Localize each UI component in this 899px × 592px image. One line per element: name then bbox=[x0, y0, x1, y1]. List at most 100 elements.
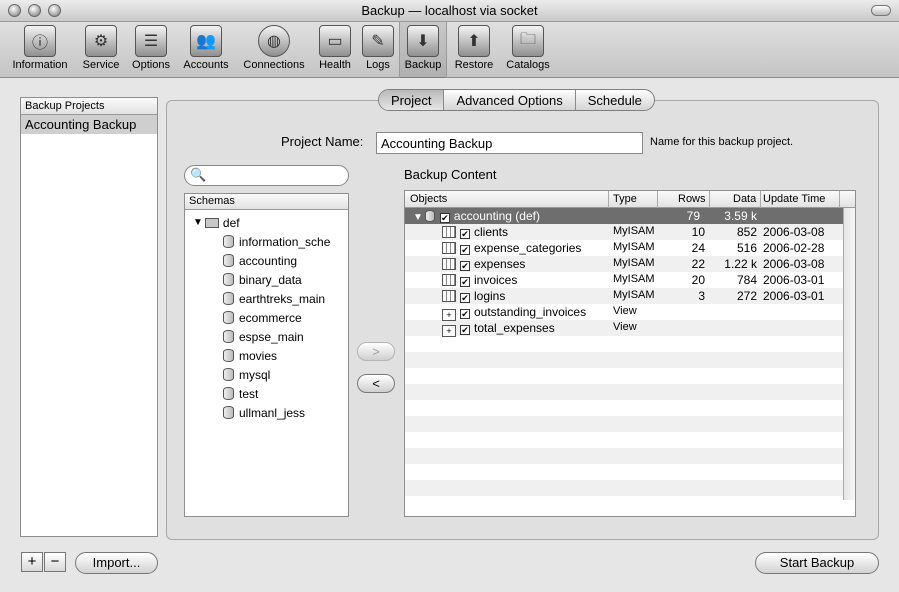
toolbar-restore[interactable]: ⬆ Restore bbox=[450, 22, 498, 78]
update-time-value: 2006-03-01 bbox=[763, 273, 825, 287]
toolbar-catalogs[interactable]: 🗀 Catalogs bbox=[502, 22, 554, 78]
include-checkbox[interactable]: ✔ bbox=[460, 293, 470, 303]
table-header: Objects Type Rows Data Update Time bbox=[405, 191, 855, 208]
title-bar: Backup — localhost via socket bbox=[0, 0, 899, 22]
include-checkbox[interactable]: ✔ bbox=[460, 245, 470, 255]
table-row[interactable]: + ✔ total_expenses View bbox=[405, 320, 843, 337]
schemas-header[interactable]: Schemas bbox=[185, 194, 348, 210]
toolbar-toggle-button[interactable] bbox=[871, 5, 891, 16]
schema-item[interactable]: mysql bbox=[223, 365, 270, 384]
table-row[interactable]: ✔ clients MyISAM 10 852 2006-03-08 bbox=[405, 224, 843, 240]
type-value: MyISAM bbox=[613, 257, 655, 269]
schemas-tree: Schemas ▼ def information_sche accounting… bbox=[184, 193, 349, 517]
row-stripe bbox=[405, 448, 843, 464]
tab-project[interactable]: Project bbox=[379, 90, 444, 110]
schema-item[interactable]: information_sche bbox=[223, 232, 330, 251]
start-backup-button[interactable]: Start Backup bbox=[755, 552, 879, 574]
database-icon bbox=[223, 387, 234, 400]
schema-item[interactable]: binary_data bbox=[223, 270, 302, 289]
column-header-rows[interactable]: Rows bbox=[678, 193, 706, 205]
schema-item[interactable]: earthtreks_main bbox=[223, 289, 325, 308]
toolbar-logs[interactable]: ✎ Logs bbox=[360, 22, 396, 78]
object-name: logins bbox=[474, 289, 506, 303]
table-row[interactable]: ✔ expense_categories MyISAM 24 516 2006-0… bbox=[405, 240, 843, 256]
schema-label: ullmanl_jess bbox=[239, 405, 306, 420]
database-icon bbox=[223, 368, 234, 381]
backup-projects-header[interactable]: Backup Projects bbox=[21, 98, 157, 115]
database-icon bbox=[223, 330, 234, 343]
add-project-button[interactable]: + bbox=[21, 552, 43, 572]
data-value: 1.22 k bbox=[724, 257, 757, 271]
schema-item[interactable]: espse_main bbox=[223, 327, 304, 346]
add-to-backup-button[interactable]: > bbox=[357, 342, 395, 361]
remove-project-button[interactable]: − bbox=[44, 552, 66, 572]
toolbar-connections[interactable]: ◍ Connections bbox=[238, 22, 310, 78]
toolbar-health[interactable]: ▭ Health bbox=[314, 22, 356, 78]
column-header-objects[interactable]: Objects bbox=[410, 193, 447, 205]
schema-root[interactable]: ▼ def bbox=[193, 213, 240, 232]
database-icon bbox=[223, 235, 234, 248]
schema-label: espse_main bbox=[239, 329, 304, 344]
type-value: MyISAM bbox=[613, 273, 655, 285]
database-icon bbox=[223, 254, 234, 267]
tab-schedule[interactable]: Schedule bbox=[574, 90, 654, 110]
schema-item[interactable]: accounting bbox=[223, 251, 297, 270]
column-header-update-time[interactable]: Update Time bbox=[763, 193, 825, 205]
vertical-scrollbar[interactable] bbox=[843, 208, 855, 500]
include-checkbox[interactable]: ✔ bbox=[460, 277, 470, 287]
schema-item[interactable]: ullmanl_jess bbox=[223, 403, 305, 422]
options-icon: ☰ bbox=[135, 25, 167, 57]
table-icon bbox=[442, 290, 456, 302]
rows-value: 24 bbox=[691, 241, 705, 255]
table-icon bbox=[442, 258, 456, 270]
column-divider bbox=[709, 191, 710, 208]
table-row[interactable]: ✔ expenses MyISAM 22 1.22 k 2006-03-08 bbox=[405, 256, 843, 272]
data-value: 272 bbox=[736, 289, 757, 303]
schema-item[interactable]: test bbox=[223, 384, 258, 403]
type-value: View bbox=[613, 321, 637, 333]
include-checkbox[interactable]: ✔ bbox=[460, 325, 470, 335]
project-name-input[interactable] bbox=[376, 132, 643, 154]
include-checkbox[interactable]: ✔ bbox=[460, 229, 470, 239]
table-row[interactable]: ✔ invoices MyISAM 20 784 2006-03-01 bbox=[405, 272, 843, 288]
column-header-data[interactable]: Data bbox=[733, 193, 756, 205]
restore-icon: ⬆ bbox=[458, 25, 490, 57]
type-value: MyISAM bbox=[613, 289, 655, 301]
schema-label: mysql bbox=[239, 367, 271, 382]
window: Backup — localhost via socket ⓘ Informat… bbox=[0, 0, 899, 592]
table-row-root[interactable]: ▼ ✔ accounting (def) 79 3.59 k bbox=[405, 208, 843, 224]
remove-from-backup-button[interactable]: < bbox=[357, 374, 395, 393]
column-header-type[interactable]: Type bbox=[613, 193, 637, 205]
object-name: expense_categories bbox=[474, 241, 582, 255]
row-stripe bbox=[405, 384, 843, 400]
toolbar-service[interactable]: ⚙ Service bbox=[78, 22, 124, 78]
include-checkbox[interactable]: ✔ bbox=[460, 309, 470, 319]
schema-item[interactable]: ecommerce bbox=[223, 308, 302, 327]
schema-search-field[interactable]: 🔍 bbox=[184, 165, 349, 186]
table-row[interactable]: + ✔ outstanding_invoices View bbox=[405, 304, 843, 321]
table-icon bbox=[442, 274, 456, 286]
toolbar-label: Restore bbox=[454, 59, 494, 71]
project-item[interactable]: Accounting Backup bbox=[21, 115, 157, 134]
row-stripe bbox=[405, 416, 843, 432]
project-name-hint: Name for this backup project. bbox=[650, 136, 794, 148]
object-name: expenses bbox=[474, 257, 526, 271]
toolbar-accounts[interactable]: 👥 Accounts bbox=[179, 22, 233, 78]
include-checkbox[interactable]: ✔ bbox=[439, 213, 450, 223]
include-checkbox[interactable]: ✔ bbox=[460, 261, 470, 271]
table-row[interactable]: ✔ logins MyISAM 3 272 2006-03-01 bbox=[405, 288, 843, 304]
schema-item[interactable]: movies bbox=[223, 346, 277, 365]
folder-icon bbox=[204, 217, 219, 228]
toolbar-options[interactable]: ☰ Options bbox=[127, 22, 175, 78]
import-button[interactable]: Import... bbox=[75, 552, 158, 574]
toolbar-label: Backup bbox=[404, 59, 442, 71]
rows-value: 3 bbox=[698, 289, 705, 303]
schema-label: test bbox=[239, 386, 259, 401]
tab-advanced-options[interactable]: Advanced Options bbox=[443, 90, 574, 110]
disclosure-triangle-icon[interactable]: ▼ bbox=[413, 212, 423, 223]
disclosure-triangle-icon[interactable]: ▼ bbox=[193, 217, 203, 228]
accounts-icon: 👥 bbox=[190, 25, 222, 57]
toolbar-backup[interactable]: ⬇ Backup bbox=[399, 22, 447, 78]
toolbar-information[interactable]: ⓘ Information bbox=[4, 22, 76, 78]
schema-label: binary_data bbox=[239, 272, 302, 287]
